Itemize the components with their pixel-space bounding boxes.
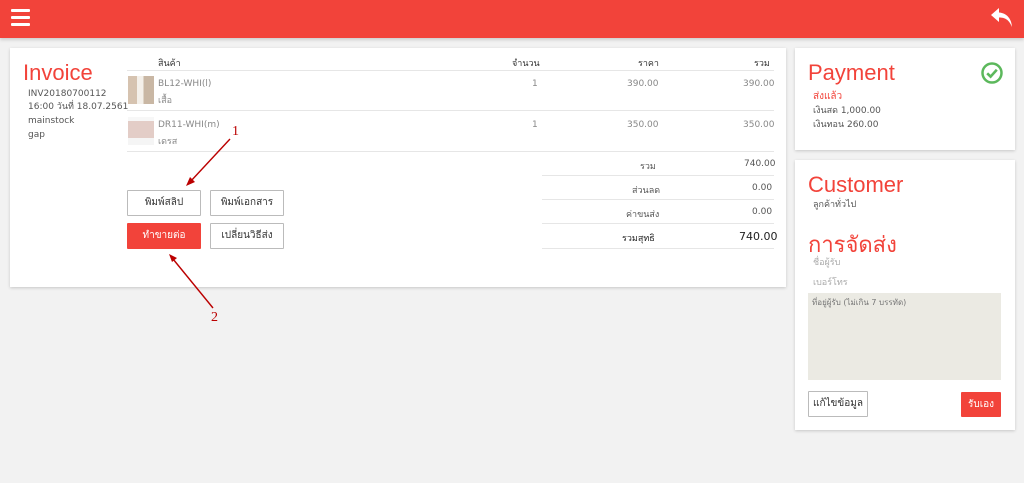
continue-sale-button[interactable]: ทำขายต่อ	[127, 223, 201, 249]
invoice-stock: mainstock	[28, 116, 75, 126]
column-product: สินค้า	[158, 59, 181, 69]
item-price: 390.00	[627, 79, 659, 89]
annotation-label-2: 2	[211, 310, 218, 325]
summary-shipping-value: 0.00	[752, 207, 773, 217]
item-qty: 1	[532, 79, 538, 89]
payment-change: เงินทอน 260.00	[813, 120, 879, 130]
item-sku: BL12-WHI(l)	[158, 79, 212, 89]
summary-discount-value: 0.00	[752, 183, 773, 193]
invoice-title: Invoice	[23, 60, 93, 85]
summary-net-value: 740.00	[739, 230, 778, 243]
receiver-name-field[interactable]: ชื่อผู้รับ	[813, 257, 840, 270]
divider	[542, 248, 774, 249]
divider	[127, 110, 774, 111]
address-textarea[interactable]	[808, 293, 1001, 380]
summary-subtotal-label: รวม	[640, 162, 656, 172]
divider	[542, 223, 774, 224]
product-thumbnail	[128, 117, 154, 145]
check-circle-icon	[981, 62, 1003, 84]
payment-card: Payment ส่งแล้ว เงินสด 1,000.00 เงินทอน …	[795, 48, 1015, 150]
item-name: เดรส	[158, 137, 178, 147]
item-name: เสื้อ	[158, 96, 172, 106]
summary-net-label: รวมสุทธิ	[622, 234, 655, 244]
divider	[127, 70, 774, 71]
payment-title: Payment	[808, 60, 895, 85]
phone-field[interactable]: เบอร์โทร	[813, 277, 848, 290]
item-total: 350.00	[743, 120, 775, 130]
summary-subtotal-value: 740.00	[744, 159, 776, 169]
customer-card: Customer ลูกค้าทั่วไป การจัดส่ง ชื่อผู้ร…	[795, 160, 1015, 430]
customer-title: Customer	[808, 172, 904, 197]
change-shipping-button[interactable]: เปลี่ยนวิธีส่ง	[210, 223, 284, 249]
item-total: 390.00	[743, 79, 775, 89]
customer-type: ลูกค้าทั่วไป	[813, 200, 857, 210]
invoice-number: INV20180700112	[28, 89, 107, 99]
column-price: ราคา	[638, 59, 659, 69]
print-document-button[interactable]: พิมพ์เอกสาร	[210, 190, 284, 216]
payment-status: ส่งแล้ว	[813, 91, 843, 102]
top-bar	[0, 0, 1024, 38]
annotation-label-1: 1	[232, 124, 239, 139]
invoice-staff: gap	[28, 130, 45, 140]
self-pickup-button[interactable]: รับเอง	[961, 392, 1001, 417]
invoice-card: Invoice INV20180700112 16:00 วันที่ 18.0…	[10, 48, 786, 287]
item-price: 350.00	[627, 120, 659, 130]
back-arrow-icon[interactable]	[990, 5, 1014, 31]
edit-info-button[interactable]: แก้ไขข้อมูล	[808, 391, 868, 417]
divider	[127, 151, 774, 152]
item-sku: DR11-WHI(m)	[158, 120, 220, 130]
column-total: รวม	[754, 59, 770, 69]
product-thumbnail	[128, 76, 154, 104]
divider	[542, 199, 774, 200]
invoice-datetime: 16:00 วันที่ 18.07.2561	[28, 102, 129, 112]
summary-discount-label: ส่วนลด	[632, 186, 661, 196]
payment-cash: เงินสด 1,000.00	[813, 106, 881, 116]
menu-icon[interactable]	[11, 9, 30, 27]
column-qty: จำนวน	[512, 59, 540, 69]
divider	[542, 175, 774, 176]
summary-shipping-label: ค่าขนส่ง	[626, 210, 660, 220]
item-qty: 1	[532, 120, 538, 130]
print-slip-button[interactable]: พิมพ์สลิป	[127, 190, 201, 216]
